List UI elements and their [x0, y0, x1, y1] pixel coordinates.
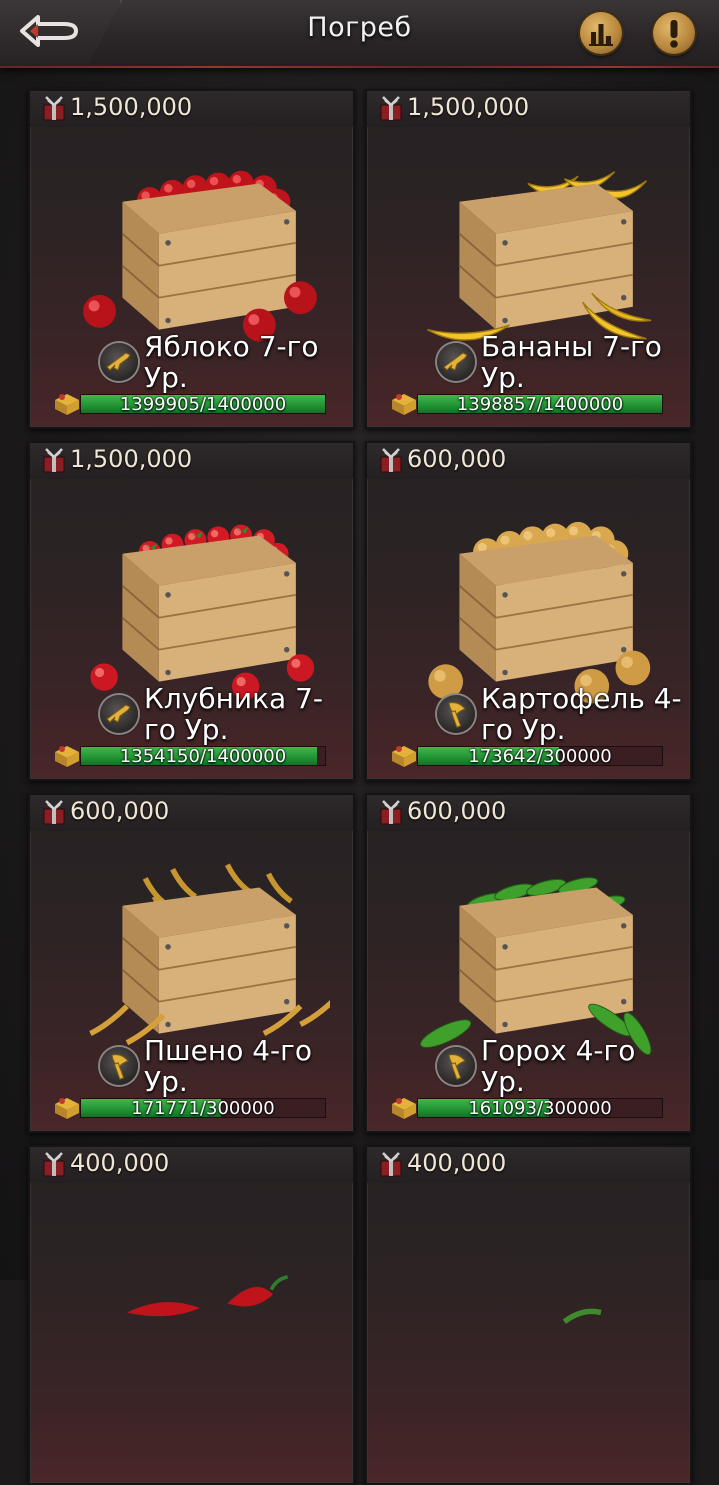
supply-crate-icon: [392, 1098, 416, 1119]
item-card[interactable]: 600,000 Картофель 4-го Ур. 173642/300000: [365, 441, 692, 781]
apple-crate-icon: [83, 170, 317, 342]
progress-text: 1354150/1400000: [119, 746, 287, 767]
item-price: 400,000: [407, 1149, 507, 1177]
item-price: 600,000: [407, 797, 507, 825]
storage-progress-bar: 161093/300000: [417, 1098, 663, 1119]
price-bar: 1,500,000: [30, 91, 353, 127]
progress-text: 173642/300000: [468, 746, 612, 767]
item-name: Горох 4-го Ур.: [481, 1034, 636, 1098]
item-name: Бананы 7-го Ур.: [481, 330, 662, 394]
gift-box-icon: [43, 448, 65, 473]
price-bar: 400,000: [367, 1147, 690, 1183]
potato-crate-icon: [428, 521, 651, 704]
gift-box-icon: [380, 448, 402, 473]
pea-crate-icon: [420, 877, 652, 1055]
item-name: Картофель 4-го Ур.: [481, 682, 682, 746]
progress-text: 1398857/1400000: [456, 394, 624, 415]
rifle-icon: [100, 343, 138, 381]
gift-box-icon: [380, 96, 402, 121]
supply-crate-icon: [55, 746, 79, 767]
price-bar: 600,000: [367, 795, 690, 831]
item-price: 1,500,000: [407, 93, 530, 121]
vegetable-crate-icon: [562, 1308, 602, 1324]
price-bar: 1,500,000: [367, 91, 690, 127]
stats-button[interactable]: [580, 12, 622, 54]
axe-icon: [100, 1047, 138, 1085]
item-name: Пшено 4-го Ур.: [144, 1034, 312, 1098]
top-bar: Погреб: [0, 0, 719, 68]
gift-box-icon: [380, 800, 402, 825]
gift-box-icon: [43, 96, 65, 121]
storage-progress-bar: 1398857/1400000: [417, 394, 663, 415]
item-name: Яблоко 7-го Ур.: [144, 330, 319, 394]
item-price: 1,500,000: [70, 93, 193, 121]
storage-progress-bar: 173642/300000: [417, 746, 663, 767]
wheat-crate-icon: [89, 863, 330, 1046]
storage-progress-bar: 1399905/1400000: [80, 394, 326, 415]
pepper-crate-icon: [126, 1275, 289, 1317]
axe-icon: [437, 695, 475, 733]
item-card[interactable]: 1,500,000 Клубника 7-го Ур. 1354150/1400…: [28, 441, 355, 781]
rifle-icon: [437, 343, 475, 381]
strawberry-crate-icon: [90, 524, 315, 700]
bar-chart-icon: [589, 24, 613, 46]
rifle-icon: [100, 695, 138, 733]
price-bar: 1,500,000: [30, 443, 353, 479]
gift-box-icon: [43, 800, 65, 825]
item-card[interactable]: 600,000 Пшено 4-го Ур. 171771/300000: [28, 793, 355, 1133]
banana-crate-icon: [427, 171, 652, 341]
item-card[interactable]: 400,000: [28, 1145, 355, 1485]
info-button[interactable]: [653, 12, 695, 54]
item-card[interactable]: 1,500,000 Бананы 7-го Ур. 1398857/140000…: [365, 89, 692, 429]
progress-text: 1399905/1400000: [119, 394, 287, 415]
price-bar: 600,000: [367, 443, 690, 479]
gift-box-icon: [43, 1152, 65, 1177]
item-price: 1,500,000: [70, 445, 193, 473]
item-card[interactable]: 600,000 Горох 4-го Ур. 161093/300000: [365, 793, 692, 1133]
gift-box-icon: [380, 1152, 402, 1177]
item-name: Клубника 7-го Ур.: [144, 682, 324, 746]
supply-crate-icon: [392, 394, 416, 415]
progress-text: 171771/300000: [131, 1098, 275, 1119]
progress-text: 161093/300000: [468, 1098, 612, 1119]
item-price: 400,000: [70, 1149, 170, 1177]
supply-crate-icon: [55, 394, 79, 415]
item-price: 600,000: [407, 445, 507, 473]
axe-icon: [437, 1047, 475, 1085]
price-bar: 400,000: [30, 1147, 353, 1183]
item-card[interactable]: 400,000: [365, 1145, 692, 1485]
storage-progress-bar: 171771/300000: [80, 1098, 326, 1119]
item-card[interactable]: 1,500,000 Яблоко 7-го Ур. 1399905/140000…: [28, 89, 355, 429]
supply-crate-icon: [392, 746, 416, 767]
supply-crate-icon: [55, 1098, 79, 1119]
item-price: 600,000: [70, 797, 170, 825]
price-bar: 600,000: [30, 795, 353, 831]
exclamation-icon: [670, 20, 678, 48]
storage-progress-bar: 1354150/1400000: [80, 746, 326, 767]
